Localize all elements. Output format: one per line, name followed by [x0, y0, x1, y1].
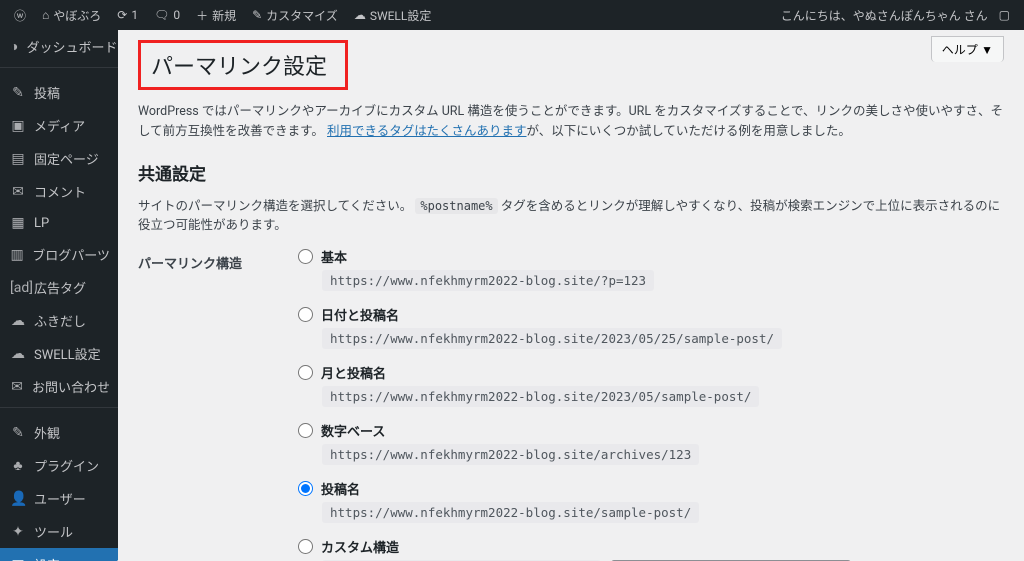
sidebar-item-label: ダッシュボード [26, 37, 117, 56]
sidebar-item-label: 設定 [34, 555, 60, 561]
section-common: 共通設定 [138, 160, 1004, 185]
menu-icon: ✎ [10, 85, 26, 101]
menu-icon: ♣ [10, 457, 26, 474]
sidebar-item-label: 外観 [34, 423, 60, 442]
permalink-sample: https://www.nfekhmyrm2022-blog.site/arch… [322, 444, 699, 465]
sidebar-item-label: ふきだし [34, 311, 86, 330]
menu-icon: ✉ [10, 184, 26, 200]
intro-text: WordPress ではパーマリンクやアーカイブにカスタム URL 構造を使うこ… [138, 102, 1004, 142]
sidebar-item-ふきだし[interactable]: ☁ ふきだし [0, 304, 118, 337]
permalink-label[interactable]: 投稿名 [321, 479, 360, 498]
sidebar-item-固定ページ[interactable]: ▤ 固定ページ [0, 142, 118, 175]
main-content: ヘルプ ▼ パーマリンク設定 WordPress ではパーマリンクやアーカイブに… [118, 30, 1024, 561]
sidebar-item-プラグイン[interactable]: ♣ プラグイン [0, 449, 118, 482]
permalink-label[interactable]: 基本 [321, 247, 347, 266]
customize-link[interactable]: ✎カスタマイズ [246, 0, 344, 30]
menu-icon: ✦ [10, 524, 26, 540]
permalink-label[interactable]: カスタム構造 [321, 537, 399, 556]
brush-icon: ✎ [252, 8, 262, 22]
sidebar-item-SWELL設定[interactable]: ☁ SWELL設定 [0, 337, 118, 370]
postname-tag: %postname% [415, 198, 497, 214]
site-name: やぼぶろ [53, 7, 101, 24]
tags-help-link[interactable]: 利用できるタグはたくさんあります [327, 124, 527, 139]
page-title: パーマリンク設定 [138, 40, 348, 90]
permalink-label[interactable]: 数字ベース [321, 421, 385, 440]
hint-text: サイトのパーマリンク構造を選択してください。 %postname% タグを含める… [138, 195, 1004, 233]
admin-bar: ⓦ ⌂ やぼぶろ ⟳1 🗨0 ＋新規 ✎カスタマイズ ☁SWELL設定 こんにちは… [0, 0, 1024, 30]
sidebar-item-label: コメント [34, 182, 86, 201]
sidebar-item-広告タグ[interactable]: [ad] 広告タグ [0, 271, 118, 304]
permalink-sample: https://www.nfekhmyrm2022-blog.site/samp… [322, 502, 699, 523]
sidebar-item-ユーザー[interactable]: 👤 ユーザー [0, 482, 118, 515]
menu-icon: ▣ [10, 118, 26, 134]
wp-logo[interactable]: ⓦ [8, 0, 32, 30]
sidebar-item-設定[interactable]: ▦ 設定 [0, 548, 118, 561]
help-button[interactable]: ヘルプ ▼ [931, 36, 1004, 62]
sidebar-item-label: ツール [34, 522, 73, 541]
site-link[interactable]: ⌂ やぼぶろ [36, 0, 107, 30]
sidebar-item-label: ユーザー [34, 489, 86, 508]
sidebar-item-ダッシュボード[interactable]: ◑ ダッシュボード [0, 30, 118, 63]
sidebar-item-label: メディア [34, 116, 85, 135]
sidebar-item-label: ブログパーツ [32, 245, 110, 264]
menu-icon: ▦ [10, 557, 26, 561]
new-link[interactable]: ＋新規 [190, 0, 242, 30]
avatar-icon: ▢ [999, 8, 1010, 22]
cloud-icon: ☁ [354, 8, 366, 22]
sidebar-item-label: LP [34, 216, 49, 231]
permalink-radio-0[interactable] [298, 249, 313, 264]
sidebar-item-LP[interactable]: ▦ LP [0, 208, 118, 238]
sidebar-item-お問い合わせ[interactable]: ✉ お問い合わせ [0, 370, 118, 403]
menu-icon: ▤ [10, 151, 26, 167]
home-icon: ⌂ [42, 8, 49, 22]
sidebar-item-label: 投稿 [34, 83, 60, 102]
update-icon: ⟳ [117, 8, 127, 22]
menu-icon: 👤 [10, 491, 26, 507]
sidebar-item-label: プラグイン [34, 456, 99, 475]
sidebar-item-投稿[interactable]: ✎ 投稿 [0, 76, 118, 109]
menu-icon: ✎ [10, 425, 26, 441]
sidebar-item-label: お問い合わせ [32, 377, 110, 396]
permalink-radio-4[interactable] [298, 481, 313, 496]
comment-icon: 🗨 [154, 8, 169, 22]
menu-icon: ☁ [10, 313, 26, 329]
menu-icon: ▥ [10, 247, 24, 263]
structure-th: パーマリンク構造 [138, 247, 298, 561]
menu-icon: ✉ [10, 379, 24, 395]
sidebar-item-外観[interactable]: ✎ 外観 [0, 416, 118, 449]
updates-link[interactable]: ⟳1 [111, 0, 144, 30]
permalink-sample: https://www.nfekhmyrm2022-blog.site/?p=1… [322, 270, 654, 291]
admin-sidebar: ◑ ダッシュボード ✎ 投稿 ▣ メディア ▤ 固定ページ ✉ コメント ▦ LP ▥ ブログパーツ [ad… [0, 30, 118, 561]
menu-icon: ◑ [10, 38, 18, 55]
permalink-radio-3[interactable] [298, 423, 313, 438]
permalink-label[interactable]: 日付と投稿名 [321, 305, 399, 324]
sidebar-item-label: 広告タグ [34, 278, 86, 297]
sidebar-item-label: 固定ページ [34, 149, 99, 168]
permalink-sample: https://www.nfekhmyrm2022-blog.site/2023… [322, 328, 782, 349]
sidebar-item-label: SWELL設定 [34, 344, 101, 363]
sidebar-item-コメント[interactable]: ✉ コメント [0, 175, 118, 208]
permalink-radio-5[interactable] [298, 539, 313, 554]
menu-icon: ☁ [10, 346, 26, 362]
sidebar-item-ブログパーツ[interactable]: ▥ ブログパーツ [0, 238, 118, 271]
greeting[interactable]: こんにちは、やぬさんぽんちゃん さん ▢ [775, 0, 1016, 30]
swell-link[interactable]: ☁SWELL設定 [348, 0, 438, 30]
menu-icon: ▦ [10, 215, 26, 231]
permalink-radio-2[interactable] [298, 365, 313, 380]
sidebar-item-ツール[interactable]: ✦ ツール [0, 515, 118, 548]
permalink-sample: https://www.nfekhmyrm2022-blog.site/2023… [322, 386, 759, 407]
sidebar-item-メディア[interactable]: ▣ メディア [0, 109, 118, 142]
plus-icon: ＋ [196, 7, 208, 24]
permalink-radio-1[interactable] [298, 307, 313, 322]
menu-icon: [ad] [10, 280, 26, 296]
permalink-label[interactable]: 月と投稿名 [321, 363, 386, 382]
comments-link[interactable]: 🗨0 [148, 0, 186, 30]
